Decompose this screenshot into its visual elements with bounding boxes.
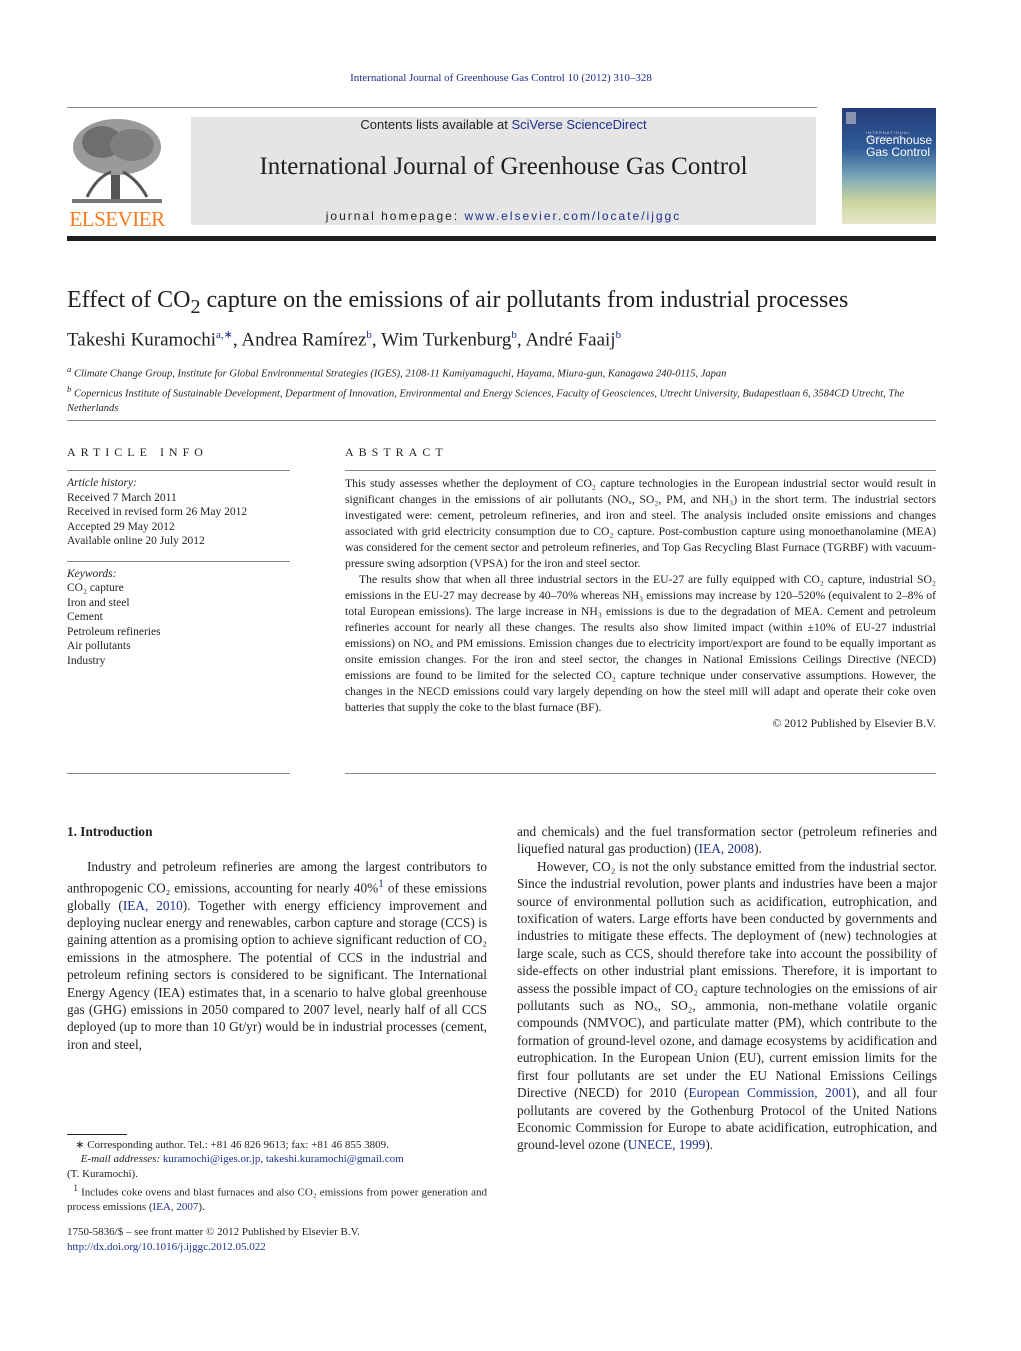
author-list: Takeshi Kuramochia,∗, Andrea Ramírezb, W… — [67, 329, 622, 351]
reference-link[interactable]: IEA, 2010 — [123, 898, 183, 913]
homepage-link[interactable]: www.elsevier.com/locate/ijggc — [465, 209, 682, 223]
abstract-heading: ABSTRACT — [345, 445, 448, 459]
article-info-heading: ARTICLE INFO — [67, 445, 208, 459]
keyword: Cement — [67, 611, 103, 623]
issn-line: 1750-5836/$ – see front matter © 2012 Pu… — [67, 1226, 360, 1238]
author-affiliation-link[interactable]: b — [511, 329, 517, 341]
email-link[interactable]: takeshi.kuramochi@gmail.com — [266, 1153, 404, 1165]
author: André Faaij — [525, 329, 616, 351]
journal-banner: Contents lists available at SciVerse Sci… — [191, 117, 816, 225]
history-item: Accepted 29 May 2012 — [67, 520, 175, 533]
body-paragraph: and chemicals) and the fuel transformati… — [517, 824, 937, 857]
doi-link[interactable]: http://dx.doi.org/10.1016/j.ijggc.2012.0… — [67, 1241, 266, 1253]
affiliation: a Climate Change Group, Institute for Gl… — [67, 364, 727, 380]
email-owner: (T. Kuramochi). — [67, 1167, 138, 1180]
keyword: CO₂ capture — [67, 582, 124, 594]
journal-cover-image[interactable]: INTERNATIONAL JOURNAL OF Greenhouse Gas C… — [842, 108, 936, 224]
keyword: Industry — [67, 654, 106, 667]
body-column-right: and chemicals) and the fuel transformati… — [517, 823, 937, 1154]
corresponding-author-note: ∗ Corresponding author. Tel.: +81 46 826… — [75, 1139, 389, 1151]
footnote-1: 1 Includes coke ovens and blast furnaces… — [67, 1182, 488, 1213]
elsevier-logo: ELSEVIER — [67, 117, 167, 231]
history-label: Article history: — [67, 477, 137, 489]
article-title: Effect of CO2 capture on the emissions o… — [67, 287, 849, 318]
contents-line: Contents lists available at SciVerse Sci… — [360, 117, 647, 132]
history-item: Received in revised form 26 May 2012 — [67, 506, 248, 518]
section-divider — [67, 420, 936, 421]
elsevier-wordmark: ELSEVIER — [69, 207, 165, 231]
section-heading-introduction: 1. Introduction — [67, 824, 153, 839]
affiliations: a Climate Change Group, Institute for Gl… — [67, 362, 937, 417]
footnote-rule — [67, 1134, 127, 1135]
sciencedirect-link[interactable]: SciVerse ScienceDirect — [511, 117, 646, 132]
journal-homepage: journal homepage: www.elsevier.com/locat… — [325, 209, 682, 223]
author-affiliation-link[interactable]: b — [616, 329, 622, 341]
elsevier-tree-icon — [72, 119, 162, 203]
issn-block: 1750-5836/$ – see front matter © 2012 Pu… — [67, 1225, 360, 1255]
author-affiliation-link[interactable]: a,∗ — [216, 329, 233, 341]
body-paragraph: However, CO₂ is not the only substance e… — [517, 858, 937, 1153]
author: Takeshi Kuramochi — [67, 329, 217, 351]
journal-title: International Journal of Greenhouse Gas … — [259, 153, 748, 180]
author: Andrea Ramírez — [241, 329, 367, 351]
body-paragraph: Industry and petroleum refineries are am… — [67, 859, 487, 1052]
article-info-end-rule — [67, 773, 290, 774]
email-note: E-mail addresses: kuramochi@iges.or.jp, … — [80, 1153, 404, 1166]
keyword: Petroleum refineries — [67, 625, 161, 638]
header-thick-rule — [67, 236, 936, 241]
cover-title: Greenhouse Gas Control — [866, 133, 933, 159]
body-column-left: 1. Introduction Industry and petroleum r… — [67, 823, 487, 1053]
abstract-paragraph: The results show that when all three ind… — [345, 573, 936, 714]
keyword: Iron and steel — [67, 596, 130, 609]
history-item: Available online 20 July 2012 — [67, 535, 205, 547]
email-link[interactable]: kuramochi@iges.or.jp — [163, 1153, 261, 1165]
keywords-label: Keywords: — [67, 567, 117, 580]
abstract-copyright: © 2012 Published by Elsevier B.V. — [772, 717, 936, 730]
abstract-end-rule — [345, 773, 936, 774]
footnotes: ∗ Corresponding author. Tel.: +81 46 826… — [67, 1138, 487, 1214]
affiliation: b Copernicus Institute of Sustainable De… — [67, 384, 905, 414]
header-divider — [67, 107, 817, 108]
reference-link[interactable]: UNECE, 1999 — [628, 1137, 706, 1152]
reference-link[interactable]: IEA, 2008 — [699, 841, 754, 856]
reference-link[interactable]: European Commission, 2001 — [688, 1085, 851, 1100]
author-affiliation-link[interactable]: b — [366, 329, 372, 341]
reference-link[interactable]: IEA, 2007 — [153, 1201, 199, 1213]
abstract-paragraph: This study assesses whether the deployme… — [345, 477, 936, 570]
cover-publisher-badge — [846, 112, 856, 124]
journal-citation[interactable]: International Journal of Greenhouse Gas … — [0, 72, 1002, 84]
keyword: Air pollutants — [67, 640, 131, 652]
article-info: ARTICLE INFO Article history: Received 7… — [67, 445, 290, 668]
history-item: Received 7 March 2011 — [67, 491, 177, 504]
abstract: ABSTRACT This study assesses whether the… — [345, 445, 936, 732]
author: Wim Turkenburg — [381, 329, 512, 351]
